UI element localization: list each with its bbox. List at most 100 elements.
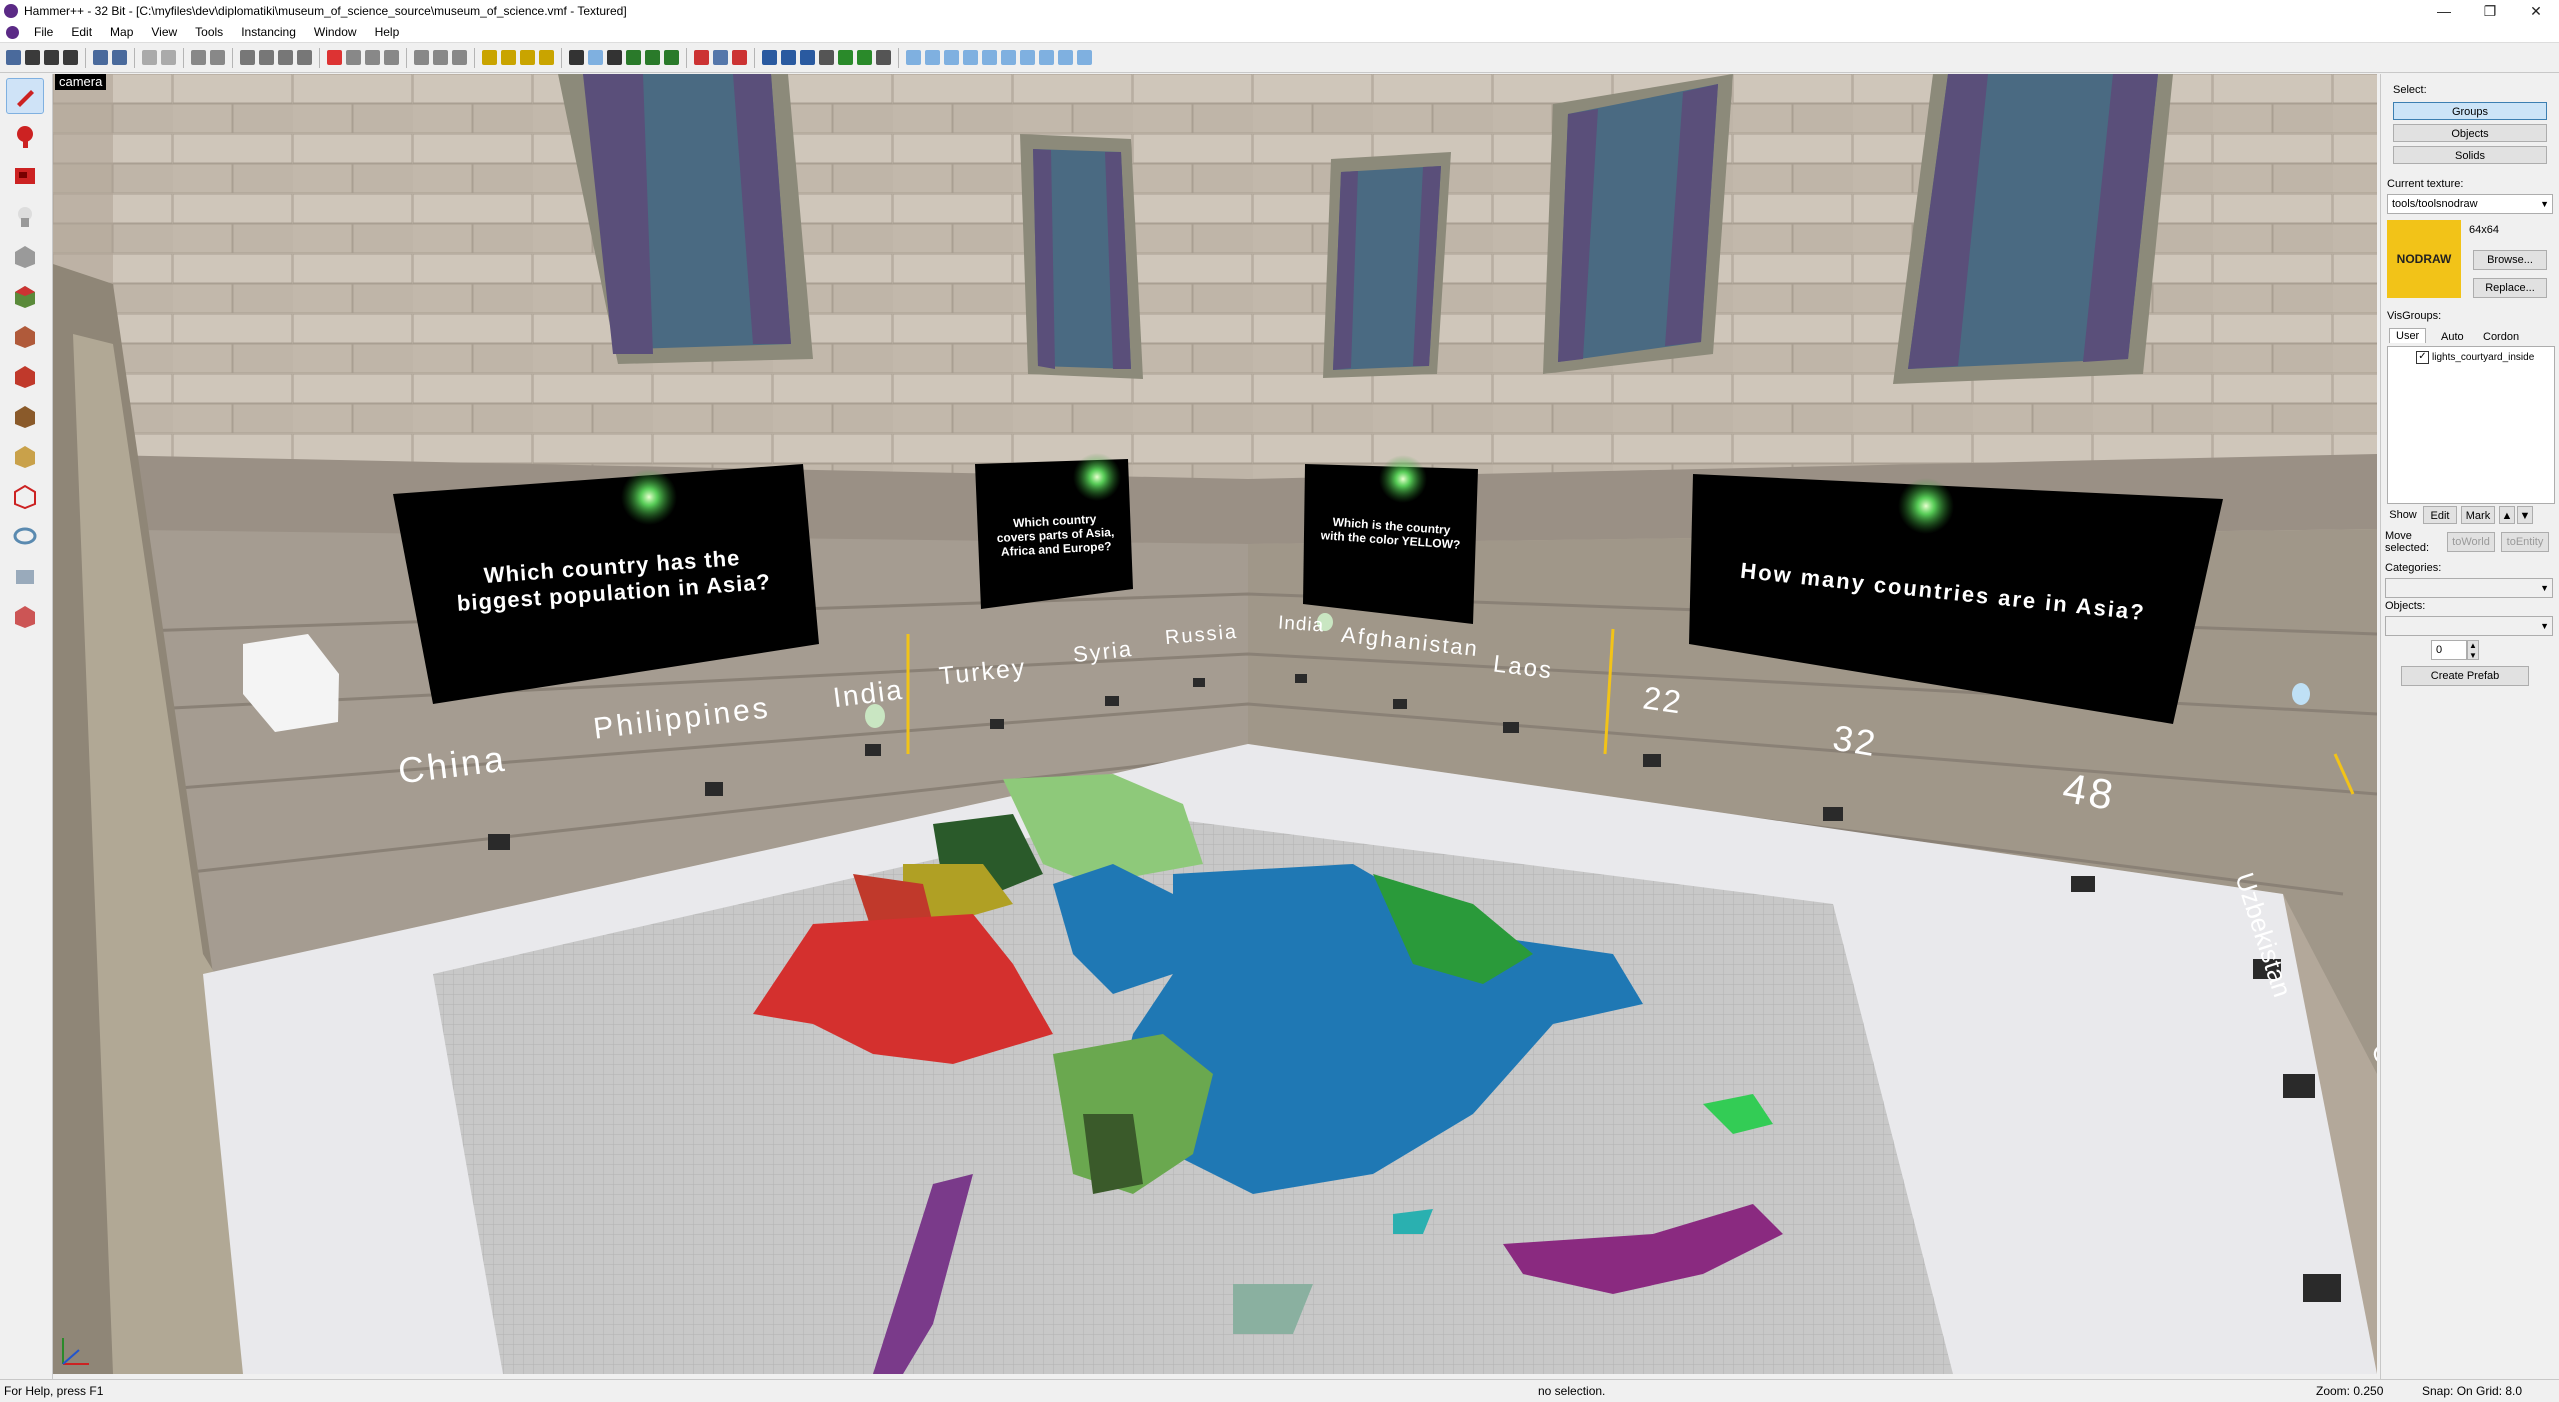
to-world-button[interactable]: toWorld: [2447, 532, 2495, 552]
group-icon[interactable]: [240, 50, 255, 65]
move-down-icon[interactable]: ▼: [2517, 506, 2533, 524]
menu-window[interactable]: Window: [305, 22, 366, 42]
tab-user[interactable]: User: [2389, 328, 2427, 343]
path-tool[interactable]: [6, 518, 44, 554]
texture-tool-icon[interactable]: [1001, 50, 1016, 65]
select-icon[interactable]: [906, 50, 921, 65]
rotate-icon[interactable]: [384, 50, 399, 65]
entity-tool[interactable]: [6, 198, 44, 234]
entity-tool-icon[interactable]: [963, 50, 978, 65]
browse-button[interactable]: Browse...: [2473, 250, 2547, 270]
menu-edit[interactable]: Edit: [62, 22, 101, 42]
camera-tool-icon[interactable]: [944, 50, 959, 65]
camera-viewport[interactable]: camera Which country has the biggest pop…: [53, 74, 2377, 1374]
path-tool-icon[interactable]: [1077, 50, 1092, 65]
brush-tool[interactable]: [6, 598, 44, 634]
compile-options-icon[interactable]: [732, 50, 747, 65]
decal-tool[interactable]: [6, 358, 44, 394]
select-solids-button[interactable]: Solids: [2393, 146, 2547, 164]
edit-button[interactable]: Edit: [2423, 506, 2457, 524]
cut-icon[interactable]: [414, 50, 429, 65]
clip-tool[interactable]: [6, 438, 44, 474]
overlay-tool[interactable]: [6, 398, 44, 434]
camera-tool[interactable]: [6, 158, 44, 194]
open-file-icon[interactable]: [44, 50, 59, 65]
menu-tools[interactable]: Tools: [186, 22, 232, 42]
flip-icon[interactable]: [365, 50, 380, 65]
check-problems-icon[interactable]: [713, 50, 728, 65]
new-file-icon[interactable]: [25, 50, 40, 65]
menu-view[interactable]: View: [142, 22, 186, 42]
texture-scale-lock-icon[interactable]: [346, 50, 361, 65]
carve-icon[interactable]: [191, 50, 206, 65]
current-texture-dropdown[interactable]: tools/toolsnodraw ▼: [2387, 194, 2553, 214]
select-objects-button[interactable]: Objects: [2393, 124, 2547, 142]
close-button[interactable]: ✕: [2513, 0, 2559, 22]
vertex-tool[interactable]: [6, 478, 44, 514]
mark-button[interactable]: Mark: [2461, 506, 2495, 524]
camera-2d-icon[interactable]: [781, 50, 796, 65]
vertex-tool-icon[interactable]: [1058, 50, 1073, 65]
visgroup-item[interactable]: ✓ lights_courtyard_inside: [2416, 351, 2534, 364]
entity-report-icon[interactable]: [694, 50, 709, 65]
replace-button[interactable]: Replace...: [2473, 278, 2547, 298]
toggle-brushes-icon[interactable]: [520, 50, 535, 65]
paste-icon[interactable]: [452, 50, 467, 65]
block-tool-icon[interactable]: [982, 50, 997, 65]
save-icon[interactable]: [63, 50, 78, 65]
camera-3d-icon[interactable]: [762, 50, 777, 65]
redo-icon[interactable]: [161, 50, 176, 65]
spinner-icon[interactable]: ▲ ▼: [2467, 640, 2479, 660]
move-up-icon[interactable]: ▲: [2499, 506, 2515, 524]
selection-tool[interactable]: [6, 78, 44, 114]
objects-count-input[interactable]: 0: [2431, 640, 2467, 660]
texture-lock-icon[interactable]: [327, 50, 342, 65]
cordon-tool[interactable]: [6, 558, 44, 594]
sprite-icon[interactable]: [645, 50, 660, 65]
textured-view-icon[interactable]: [800, 50, 815, 65]
compile-icon[interactable]: [112, 50, 127, 65]
snap-icon[interactable]: [588, 50, 603, 65]
magnify-icon[interactable]: [925, 50, 940, 65]
menu-help[interactable]: Help: [366, 22, 409, 42]
menu-map[interactable]: Map: [101, 22, 142, 42]
run-map-icon[interactable]: [93, 50, 108, 65]
unhide-icon[interactable]: [297, 50, 312, 65]
maximize-button[interactable]: ❐: [2467, 0, 2513, 22]
viewport-icon[interactable]: [876, 50, 891, 65]
create-prefab-button[interactable]: Create Prefab: [2401, 666, 2529, 686]
ungroup-icon[interactable]: [259, 50, 274, 65]
hollow-icon[interactable]: [210, 50, 225, 65]
text-tool-icon[interactable]: [607, 50, 622, 65]
objects-dropdown[interactable]: ▼: [2385, 616, 2553, 636]
smoothing-icon[interactable]: [857, 50, 872, 65]
toggle-entities-icon[interactable]: [501, 50, 516, 65]
to-entity-button[interactable]: toEntity: [2501, 532, 2549, 552]
toggle-helpers-icon[interactable]: [539, 50, 554, 65]
tab-cordon[interactable]: Cordon: [2477, 330, 2525, 344]
bounding-box-icon[interactable]: [569, 50, 584, 65]
menu-file[interactable]: File: [25, 22, 62, 42]
tab-auto[interactable]: Auto: [2435, 330, 2470, 344]
select-groups-button[interactable]: Groups: [2393, 102, 2547, 120]
menu-instancing[interactable]: Instancing: [232, 22, 305, 42]
block-tool[interactable]: [6, 238, 44, 274]
copy-icon[interactable]: [433, 50, 448, 65]
undo-icon[interactable]: [142, 50, 157, 65]
magnify-tool[interactable]: [6, 118, 44, 154]
texture-tool[interactable]: [6, 278, 44, 314]
categories-dropdown[interactable]: ▼: [2385, 578, 2553, 598]
show-button[interactable]: Show: [2387, 506, 2419, 524]
clip-tool-icon[interactable]: [1039, 50, 1054, 65]
minimize-button[interactable]: —: [2421, 0, 2467, 22]
lightmap-icon[interactable]: [838, 50, 853, 65]
decal-tool-icon[interactable]: [1020, 50, 1035, 65]
toggle-models-icon[interactable]: [482, 50, 497, 65]
lighting-icon[interactable]: [664, 50, 679, 65]
hide-icon[interactable]: [278, 50, 293, 65]
checkbox-checked-icon[interactable]: ✓: [2416, 351, 2429, 364]
cm-icon[interactable]: [819, 50, 834, 65]
apply-texture-tool[interactable]: [6, 318, 44, 354]
displacement-icon[interactable]: [626, 50, 641, 65]
grid-icon[interactable]: [6, 50, 21, 65]
